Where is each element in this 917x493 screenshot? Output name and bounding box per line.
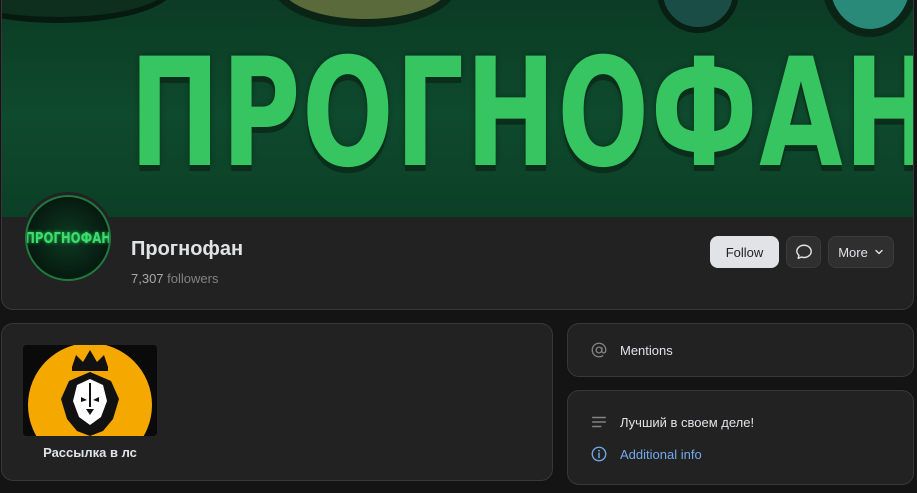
widget-card: Рассылка в лс <box>1 323 553 481</box>
cover-title: ПРОГНОФАН <box>129 27 913 201</box>
avatar-logo-text: ПРОГНОФАН <box>25 229 111 247</box>
lines-icon <box>591 416 607 428</box>
more-label: More <box>838 244 868 260</box>
additional-info-link[interactable]: Additional info <box>590 445 702 463</box>
status-text: Лучший в своем деле! <box>620 414 755 430</box>
widget-caption[interactable]: Рассылка в лс <box>23 445 157 460</box>
followers-count: 7,307 <box>131 271 164 286</box>
mentions-row[interactable]: Mentions <box>590 341 673 359</box>
follow-button[interactable]: Follow <box>710 236 779 268</box>
info-circle-icon <box>591 446 607 462</box>
chevron-down-icon <box>875 249 883 255</box>
more-button[interactable]: More <box>828 236 894 268</box>
mentions-card[interactable]: Mentions <box>567 323 914 377</box>
lion-crown-logo <box>23 345 157 436</box>
at-sign-icon <box>591 342 607 358</box>
cover-image: ПРОГНОФАН <box>2 0 913 217</box>
community-name: Прогнофан <box>131 238 244 260</box>
profile-card: ПРОГНОФАН ПРОГНОФАН Прогнофан 7,307 foll… <box>1 0 914 310</box>
followers-label: followers <box>167 271 219 286</box>
widget-image[interactable] <box>23 345 157 436</box>
message-bubble-icon <box>795 244 812 260</box>
avatar[interactable]: ПРОГНОФАН <box>22 192 114 284</box>
mentions-label: Mentions <box>620 342 673 358</box>
status-row: Лучший в своем деле! <box>590 413 754 431</box>
avatar-image: ПРОГНОФАН <box>25 195 111 281</box>
message-button[interactable] <box>786 236 821 268</box>
info-card: Лучший в своем деле! Additional info <box>567 390 914 485</box>
additional-info-label: Additional info <box>620 446 702 462</box>
followers-info[interactable]: 7,307 followers <box>131 271 218 286</box>
